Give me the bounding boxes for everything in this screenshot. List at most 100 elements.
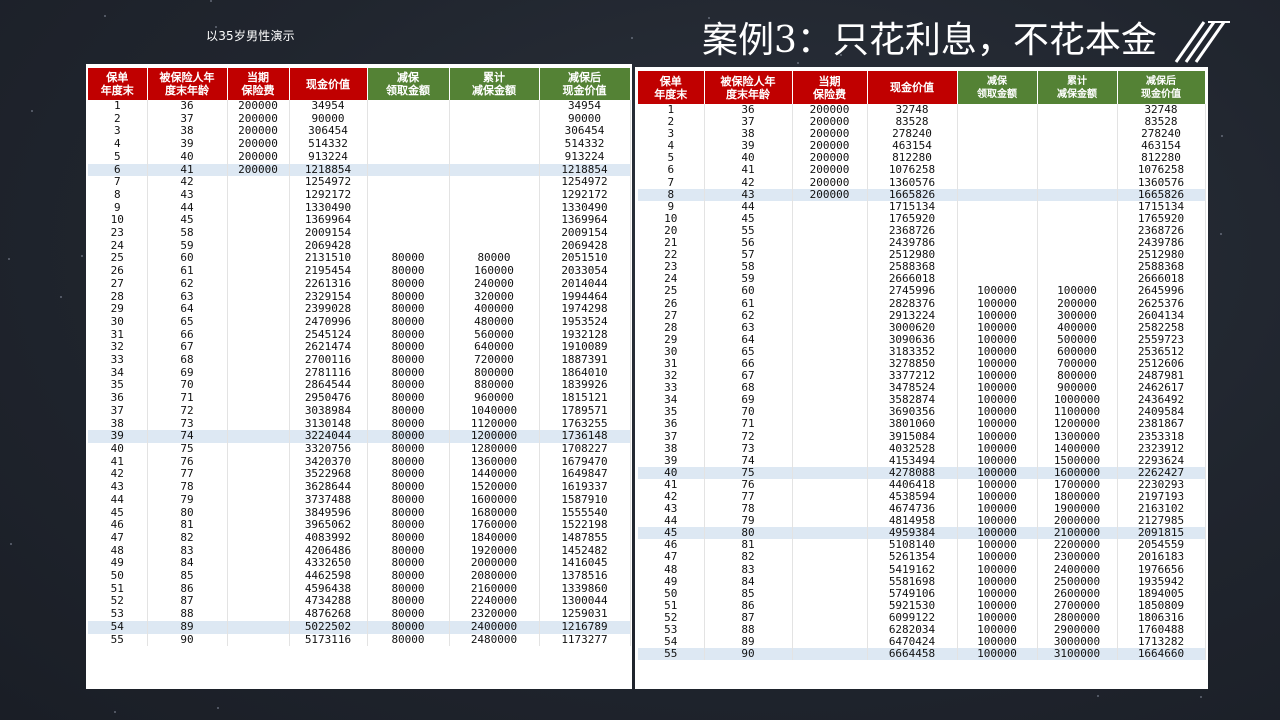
table-cell [227, 531, 290, 545]
table-cell: 2195454 [289, 265, 368, 278]
table-cell: 90000 [289, 112, 368, 126]
table-row: 42 77 3522968 80000 1440000 1649847 [88, 468, 631, 482]
table-row: 53 88 4876268 80000 2320000 1259031 [88, 608, 631, 621]
table-cell [227, 595, 290, 609]
table-cell [449, 138, 540, 151]
table-cell: 100000 [957, 406, 1038, 419]
table-cell: 26 [638, 297, 705, 310]
table-cell: 514332 [539, 138, 631, 151]
table-cell [957, 164, 1038, 177]
table-cell: 38 [88, 417, 148, 431]
table-header-row: 保单 年度末 被保险人年 度末年龄 当期 保险费 现金价值 减保 领取金额 累计 减保金额 减保后 现金… [88, 68, 631, 100]
table-cell: 100000 [957, 345, 1038, 358]
table-row: 5 40 200000 812280 812280 [638, 152, 1206, 165]
table-cell [367, 150, 450, 164]
column-header-line1: 现金价值 [306, 77, 350, 91]
table-cell: 4814958 [867, 515, 958, 528]
table-cell: 200000 [792, 104, 868, 117]
table-cell: 1487855 [539, 531, 631, 545]
table-cell: 2131510 [289, 252, 368, 266]
column-header: 保单 年度末 [638, 71, 705, 104]
table-cell: 2500000 [1037, 575, 1118, 588]
table-cell [957, 237, 1038, 250]
table-cell: 80000 [367, 557, 450, 571]
table-cell: 30 [88, 315, 148, 329]
table-row: 3 38 200000 278240 278240 [638, 128, 1206, 141]
table-cell [792, 466, 868, 479]
table-cell: 3849596 [289, 506, 368, 520]
table-cell: 45 [704, 212, 793, 225]
table-cell: 1932128 [539, 328, 631, 342]
table-cell: 43 [88, 481, 148, 494]
table-cell: 600000 [1037, 345, 1118, 358]
table-cell: 43 [638, 503, 705, 516]
table-cell: 37 [88, 404, 148, 418]
table-cell: 45 [88, 506, 148, 520]
table-cell: 1500000 [1037, 454, 1118, 467]
table-cell: 25 [88, 252, 148, 266]
table-cell: 1076258 [867, 164, 958, 177]
table-cell [1037, 249, 1118, 262]
table-cell: 80000 [367, 570, 450, 583]
table-cell [957, 116, 1038, 129]
table-cell: 1300044 [539, 595, 631, 609]
table-cell: 73 [704, 442, 793, 455]
table-row: 32 67 2621474 80000 640000 1910089 [88, 341, 631, 355]
table-cell [227, 430, 290, 443]
table-cell: 4278088 [867, 466, 958, 479]
table-cell: 2033054 [539, 265, 631, 278]
table-cell [792, 418, 868, 431]
table-cell: 42 [638, 491, 705, 504]
table-cell: 44 [147, 201, 228, 215]
table-cell [1037, 273, 1118, 286]
table-cell: 1520000 [449, 481, 540, 494]
table-cell: 24 [88, 239, 148, 253]
table-cell: 200000 [792, 176, 868, 189]
table-row: 41 76 3420370 80000 1360000 1679470 [88, 455, 631, 469]
table-cell: 800000 [1037, 370, 1118, 383]
table-cell: 77 [704, 491, 793, 504]
table-cell: 80000 [367, 277, 450, 291]
table-cell: 80 [147, 506, 228, 520]
table-cell: 3183352 [867, 345, 958, 358]
table-cell: 200000 [227, 100, 290, 113]
table-row: 22 57 2512980 2512980 [638, 249, 1206, 262]
table-cell: 2069428 [539, 239, 631, 253]
table-cell [792, 285, 868, 298]
table-cell [957, 273, 1038, 286]
table-cell: 39 [638, 454, 705, 467]
table-cell: 90000 [539, 112, 631, 126]
table-cell: 47 [638, 551, 705, 564]
table-cell: 2604134 [1117, 309, 1206, 322]
table-row: 21 56 2439786 2439786 [638, 237, 1206, 250]
table-cell: 1173277 [539, 633, 631, 647]
table-cell: 720000 [449, 354, 540, 367]
table-cell: 35 [88, 379, 148, 393]
table-cell: 400000 [1037, 321, 1118, 334]
table-cell: 1216789 [539, 620, 631, 634]
table-cell [449, 125, 540, 139]
table-cell: 1665826 [1117, 188, 1206, 201]
table-cell: 80000 [367, 366, 450, 380]
table-cell: 6 [88, 163, 148, 177]
table-cell: 2600000 [1037, 587, 1118, 600]
table-cell: 38 [638, 442, 705, 455]
table-cell: 100000 [957, 478, 1038, 491]
table-cell: 74 [147, 430, 228, 443]
table-cell [1037, 188, 1118, 201]
table-row: 47 82 5261354 100000 2300000 2016183 [638, 551, 1206, 564]
table-cell: 25 [638, 285, 705, 298]
table-row: 2 37 200000 90000 90000 [88, 112, 631, 126]
table-cell: 2700116 [289, 354, 368, 367]
table-cell: 5749106 [867, 587, 958, 600]
table-cell: 2559723 [1117, 333, 1206, 346]
table-cell: 2399028 [289, 303, 368, 316]
table-row: 35 70 3690356 100000 1100000 2409584 [638, 406, 1206, 419]
table-cell [792, 212, 868, 225]
table-cell: 37 [704, 116, 793, 129]
table-cell: 5022502 [289, 620, 368, 634]
table-cell: 70 [704, 406, 793, 419]
table-cell: 5261354 [867, 551, 958, 564]
table-cell: 4538594 [867, 491, 958, 504]
table-cell: 36 [638, 418, 705, 431]
